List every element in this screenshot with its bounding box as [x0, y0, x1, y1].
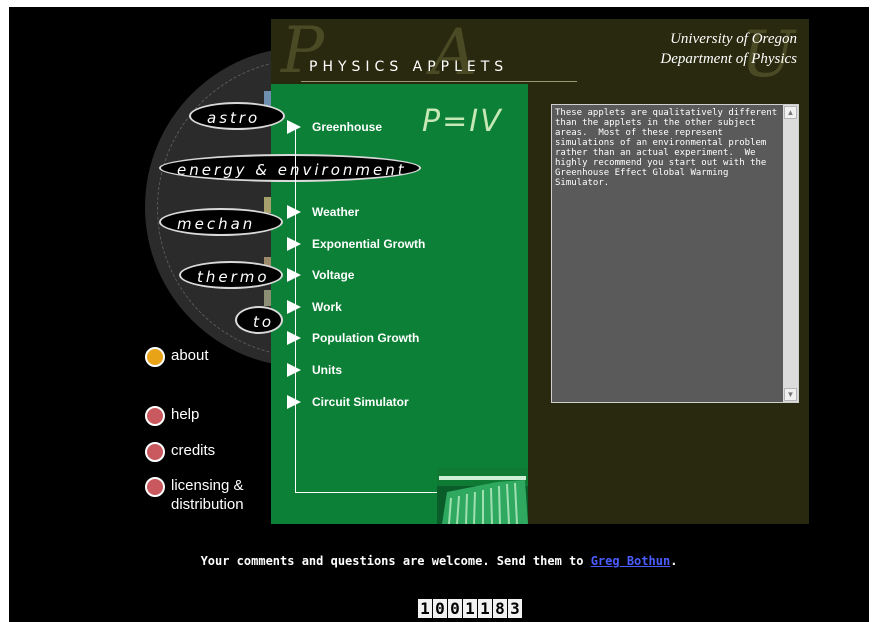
applet-circuit-simulator[interactable]: Circuit Simulator: [287, 393, 409, 411]
footer-message: Your comments and questions are welcome.…: [9, 554, 869, 568]
help-bullet-icon: [145, 406, 165, 426]
arrow-right-icon: [287, 120, 301, 134]
site-title: PHYSICS APPLETS: [309, 59, 509, 75]
subject-astro[interactable]: astro: [189, 102, 285, 130]
credits-bullet-icon: [145, 442, 165, 462]
applet-greenhouse[interactable]: Greenhouse: [287, 118, 382, 136]
formula-graphic: P=IV: [422, 104, 503, 139]
applet-population-growth[interactable]: Population Growth: [287, 329, 419, 347]
scroll-down-icon[interactable]: ▼: [784, 388, 797, 401]
menu-base-line: [295, 492, 441, 493]
about-label: about: [171, 347, 209, 364]
arrow-right-icon: [287, 395, 301, 409]
university-name: University of Oregon Department of Physi…: [660, 29, 797, 69]
applet-weather[interactable]: Weather: [287, 203, 359, 221]
university-label: University of Oregon: [670, 31, 797, 47]
footer-text: Your comments and questions are welcome.…: [200, 554, 591, 568]
counter-digit: 1: [478, 599, 492, 618]
subject-topics[interactable]: to: [235, 306, 283, 334]
help-label: help: [171, 406, 200, 423]
licensing-link[interactable]: licensing & distribution: [145, 476, 244, 514]
arrow-right-icon: [287, 205, 301, 219]
applet-label: Units: [312, 363, 342, 377]
licensing-label: licensing & distribution: [171, 477, 244, 513]
description-text: These applets are qualitatively differen…: [555, 108, 783, 188]
counter-digit: 1: [418, 599, 432, 618]
arrow-right-icon: [287, 331, 301, 345]
page: P A U PHYSICS APPLETS University of Oreg…: [9, 7, 869, 622]
applet-units[interactable]: Units: [287, 361, 342, 379]
help-link[interactable]: help: [145, 405, 199, 426]
contact-link[interactable]: Greg Bothun: [591, 554, 670, 568]
counter-digit: 1: [463, 599, 477, 618]
about-link[interactable]: about: [145, 346, 209, 367]
title-underline: [301, 81, 577, 82]
applet-voltage[interactable]: Voltage: [287, 266, 354, 284]
licensing-bullet-icon: [145, 477, 165, 497]
arrow-right-icon: [287, 268, 301, 282]
counter-digit: 0: [433, 599, 447, 618]
description-textarea[interactable]: These applets are qualitatively differen…: [551, 104, 799, 403]
arrow-right-icon: [287, 363, 301, 377]
counter-digit: 3: [508, 599, 522, 618]
site-header: P A U PHYSICS APPLETS University of Oreg…: [271, 19, 809, 84]
counter-digit: 0: [448, 599, 462, 618]
hit-counter: 1 0 0 1 1 8 3: [418, 599, 522, 618]
power-plant-photo: [437, 468, 528, 524]
applet-work[interactable]: Work: [287, 298, 342, 316]
applet-label: Weather: [312, 205, 360, 219]
subject-mechanics[interactable]: mechan: [159, 208, 283, 236]
credits-label: credits: [171, 442, 216, 459]
department-label: Department of Physics: [660, 51, 797, 67]
applet-label: Population Growth: [312, 331, 420, 345]
applet-exponential-growth[interactable]: Exponential Growth: [287, 235, 425, 253]
credits-link[interactable]: credits: [145, 441, 215, 462]
counter-digit: 8: [493, 599, 507, 618]
applet-label: Voltage: [312, 268, 355, 282]
scroll-up-icon[interactable]: ▲: [784, 106, 797, 119]
subject-thermo[interactable]: thermo: [179, 261, 283, 289]
applet-label: Greenhouse: [312, 120, 383, 134]
description-scrollbar[interactable]: ▲ ▼: [783, 105, 798, 402]
about-bullet-icon: [145, 347, 165, 367]
footer-end: .: [670, 554, 678, 568]
arrow-right-icon: [287, 300, 301, 314]
applet-label: Circuit Simulator: [312, 395, 409, 409]
arrow-right-icon: [287, 237, 301, 251]
applet-label: Exponential Growth: [312, 237, 426, 251]
applet-label: Work: [312, 300, 342, 314]
subject-energy-environment[interactable]: energy & environment: [159, 154, 421, 182]
